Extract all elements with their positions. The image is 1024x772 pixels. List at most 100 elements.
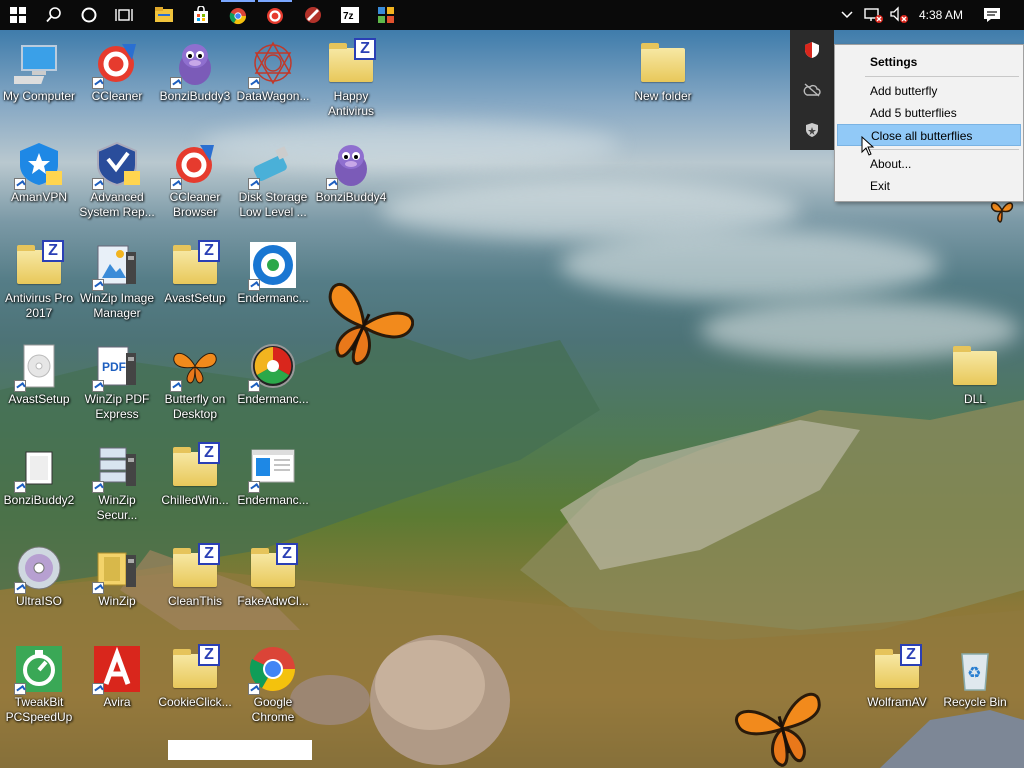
desktop-icon[interactable]: Z FakeAdwCl...	[234, 536, 312, 632]
desktop-icon-label: Disk Storage Low Level ...	[238, 190, 308, 219]
menu-item-add-butterfly[interactable]: Add butterfly	[837, 80, 1021, 102]
taskbar-app-store[interactable]	[184, 0, 218, 30]
desktop-icon[interactable]: Endermanc...	[234, 334, 312, 430]
desktop-icon[interactable]: Z Happy Antivirus	[312, 31, 390, 127]
taskbar-app-chrome[interactable]	[221, 0, 255, 30]
desktop-icon[interactable]: DLL	[936, 334, 1014, 430]
volume-button[interactable]	[886, 0, 912, 30]
desktop-icon[interactable]: BonziBuddy2	[0, 435, 78, 531]
desktop-icon-label: TweakBit PCSpeedUp	[5, 695, 73, 724]
desktop-icon[interactable]: WinZip Secur...	[78, 435, 156, 531]
taskbar-app-ccleaner-browser[interactable]	[296, 0, 330, 30]
task-view-button[interactable]	[107, 0, 141, 30]
network-button[interactable]	[860, 0, 888, 30]
chrome-icon	[229, 8, 247, 25]
tray-shield-app[interactable]	[802, 40, 822, 60]
desktop-icon[interactable]: CCleaner Browser	[156, 132, 234, 228]
zipfolder-icon: Z	[170, 442, 220, 492]
desktop-icon[interactable]: UltraISO	[0, 536, 78, 632]
pdf-icon: PDF	[92, 341, 142, 392]
zipfolder-icon: Z	[872, 644, 922, 694]
tray-overflow-flyout	[790, 30, 834, 150]
desktop-icon[interactable]: Butterfly on Desktop	[156, 334, 234, 430]
folder-icon	[950, 341, 1000, 391]
shield-icon	[805, 42, 819, 58]
desktop-icon[interactable]: PDF WinZip PDF Express	[78, 334, 156, 430]
avira-icon	[92, 644, 142, 695]
enderman-icon	[248, 240, 298, 291]
tray-cloud-app[interactable]	[802, 80, 822, 100]
zipfolder-icon: Z	[248, 543, 298, 593]
desktop-icon[interactable]: WinZip Image Manager	[78, 233, 156, 329]
desktop-icon[interactable]: My Computer	[0, 31, 78, 127]
desktop-icon-label: Happy Antivirus	[327, 89, 374, 118]
menu-item-about[interactable]: About...	[837, 153, 1021, 175]
desktop-icon[interactable]: Endermanc...	[234, 233, 312, 329]
taskbar-clock[interactable]: 4:38 AM	[913, 0, 969, 30]
taskbar-app-ccleaner[interactable]	[258, 0, 292, 30]
action-center-button[interactable]	[974, 0, 1010, 30]
taskbar-app-file-explorer[interactable]	[147, 0, 181, 30]
desktop-icon-label: BonziBuddy3	[159, 89, 231, 103]
menu-separator	[865, 76, 1019, 77]
desktop-icon[interactable]: Z Antivirus Pro 2017	[0, 233, 78, 329]
bonzi2-icon	[14, 442, 64, 493]
desktop-icon[interactable]: Z CookieClick...	[156, 637, 234, 733]
bonzi-icon	[326, 139, 376, 190]
desktop-icon[interactable]: Z WolframAV	[858, 637, 936, 733]
cd-icon	[14, 543, 64, 594]
desktop-icon[interactable]: Advanced System Rep...	[78, 132, 156, 228]
taskbar-app-control-panel[interactable]	[369, 0, 403, 30]
desktop-icon[interactable]: Endermanc...	[234, 435, 312, 531]
desktop-icon[interactable]: WinZip	[78, 536, 156, 632]
desktop-icon[interactable]: ♻ Recycle Bin	[936, 637, 1014, 733]
mouse-cursor-icon	[861, 136, 875, 156]
desktop-icon[interactable]: BonziBuddy3	[156, 31, 234, 127]
ccleaner-browser-icon	[305, 7, 321, 23]
desktop-icon-label: AvastSetup	[8, 392, 70, 406]
menu-item-settings[interactable]: Settings	[837, 51, 1021, 73]
shortcut-arrow-icon	[14, 481, 26, 493]
taskbar-app-7zip[interactable]: 7z	[333, 0, 367, 30]
shortcut-arrow-icon	[248, 683, 260, 695]
windows-logo-icon	[10, 7, 26, 23]
desktop-icon[interactable]: TweakBit PCSpeedUp	[0, 637, 78, 733]
menu-item-add-5-butterflies[interactable]: Add 5 butterflies	[837, 102, 1021, 124]
shortcut-arrow-icon	[170, 77, 182, 89]
desktop-icon[interactable]: Disk Storage Low Level ...	[234, 132, 312, 228]
desktop-icon[interactable]: Google Chrome	[234, 637, 312, 733]
desktop-icon[interactable]: BonziBuddy4	[312, 132, 390, 228]
desktop-icon[interactable]: DataWagon...	[234, 31, 312, 127]
butterfly-icon	[170, 341, 220, 392]
desktop-icon-label: CookieClick...	[158, 695, 232, 709]
cortana-button[interactable]	[72, 0, 106, 30]
search-icon	[46, 7, 61, 23]
butterfly-sprite[interactable]	[732, 682, 832, 772]
tray-security-app[interactable]	[802, 120, 822, 140]
desktop-icon[interactable]: CCleaner	[78, 31, 156, 127]
desktop-icon[interactable]: Avira	[78, 637, 156, 733]
butterfly-sprite[interactable]	[314, 273, 414, 377]
search-button[interactable]	[37, 0, 71, 30]
menu-item-exit[interactable]: Exit	[837, 175, 1021, 197]
desktop-icon-label: DataWagon...	[236, 89, 310, 103]
desktop-icon[interactable]: AmanVPN	[0, 132, 78, 228]
desktop-icon-label: AvastSetup	[164, 291, 226, 305]
desktop-icon[interactable]: New folder	[624, 31, 702, 127]
desktop-icon[interactable]: AvastSetup	[0, 334, 78, 430]
shortcut-arrow-icon	[170, 380, 182, 392]
ccleaner-icon	[267, 8, 283, 24]
desktop-icon[interactable]: Z AvastSetup	[156, 233, 234, 329]
zipfolder-icon: Z	[170, 543, 220, 593]
start-button[interactable]	[1, 0, 35, 30]
show-hidden-icons-button[interactable]	[832, 0, 862, 30]
tweakbit-icon	[14, 644, 64, 695]
usb-icon	[248, 139, 298, 190]
rename-text-field[interactable]	[168, 740, 312, 760]
shortcut-arrow-icon	[92, 178, 104, 190]
desktop-icon-label: WinZip Secur...	[96, 493, 138, 522]
desktop-icon[interactable]: Z ChilledWin...	[156, 435, 234, 531]
desktop-icon-label: CleanThis	[167, 594, 223, 608]
desktop-icon[interactable]: Z CleanThis	[156, 536, 234, 632]
cortana-circle-icon	[81, 7, 97, 23]
